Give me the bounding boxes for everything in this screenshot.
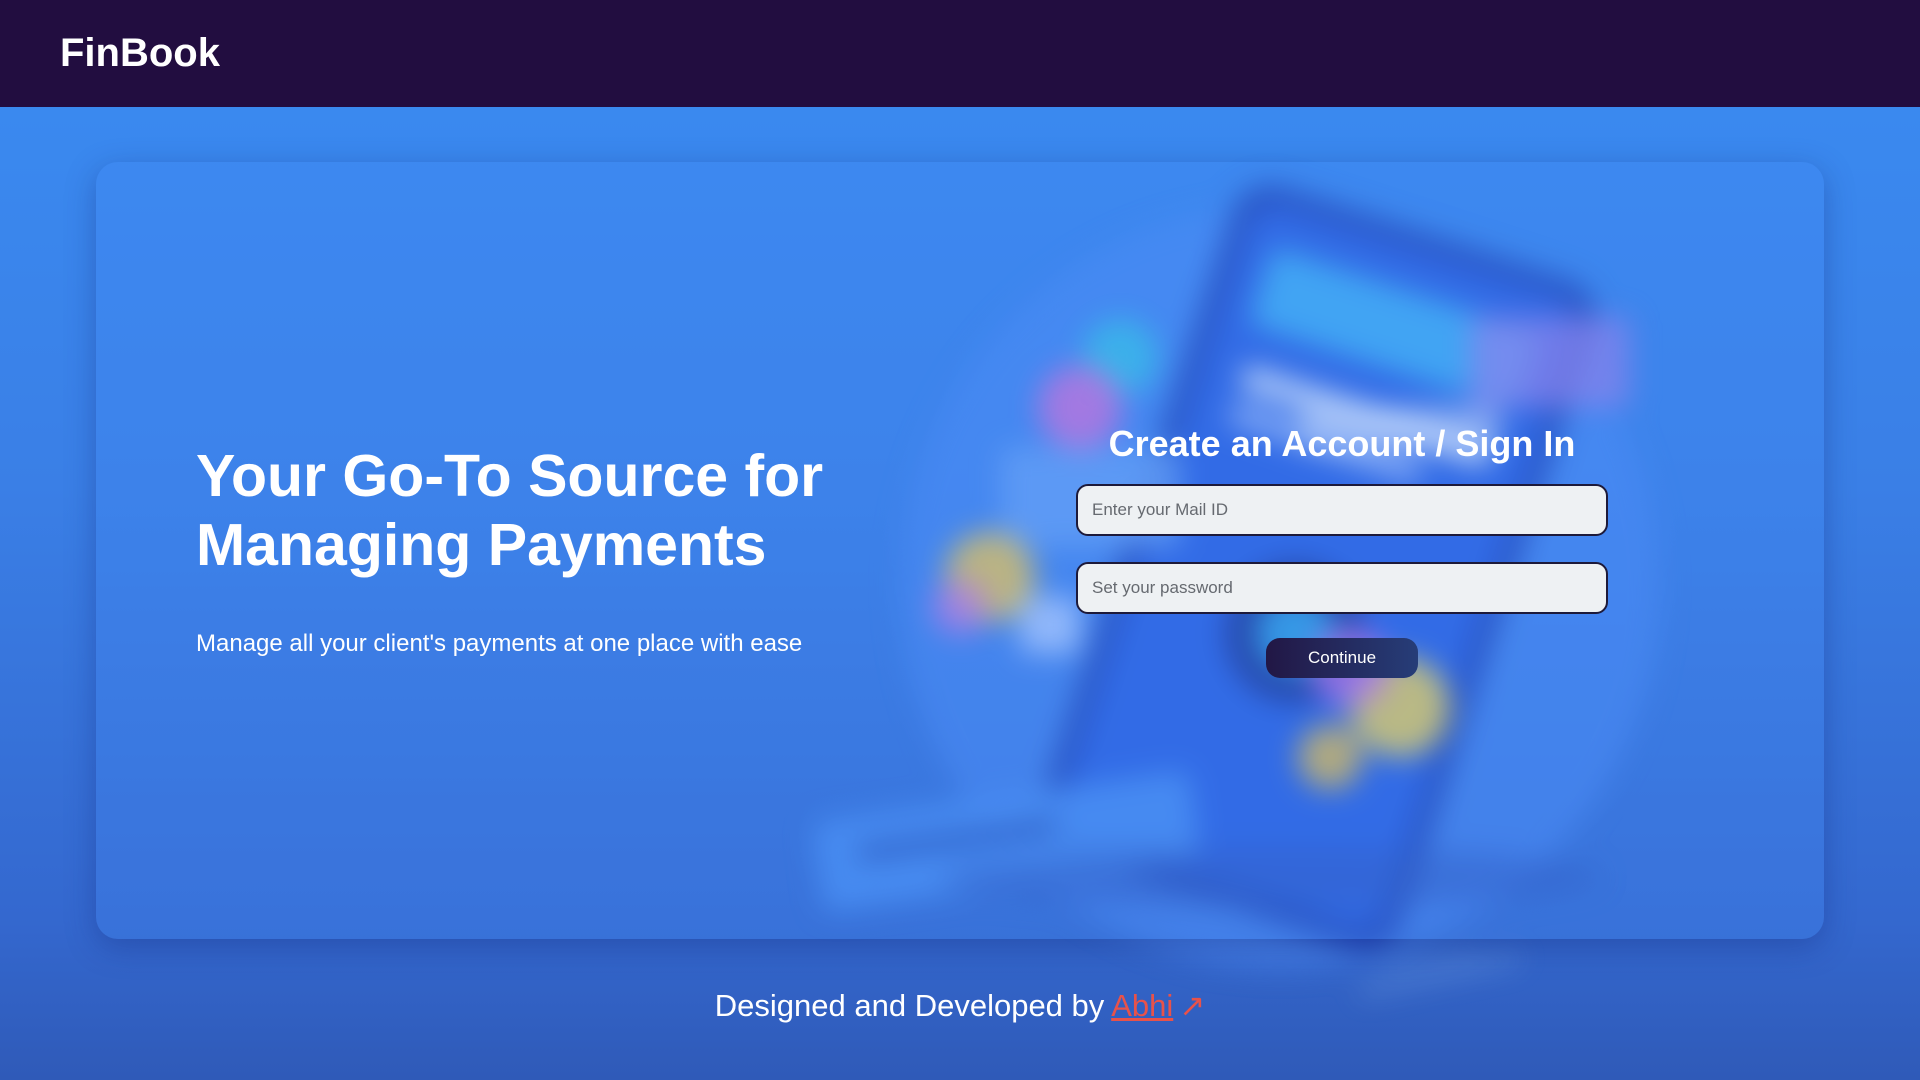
password-input[interactable] bbox=[1076, 562, 1608, 614]
form-title: Create an Account / Sign In bbox=[1108, 423, 1576, 464]
external-link-arrow-icon[interactable]: ↗ bbox=[1179, 988, 1205, 1023]
email-input[interactable] bbox=[1076, 484, 1608, 536]
brand-logo[interactable]: FinBook bbox=[60, 31, 220, 76]
footer-credit-text: Designed and Developed by bbox=[714, 988, 1105, 1023]
hero-headline: Your Go-To Source for Managing Payments bbox=[196, 443, 824, 578]
author-link[interactable]: Abhi bbox=[1111, 988, 1173, 1023]
hero-subline: Manage all your client's payments at one… bbox=[196, 630, 803, 657]
top-navbar: FinBook bbox=[0, 0, 1920, 107]
continue-button[interactable]: Continue bbox=[1266, 638, 1418, 678]
footer-credit: Designed and Developed by Abhi ↗ bbox=[0, 986, 1920, 1026]
